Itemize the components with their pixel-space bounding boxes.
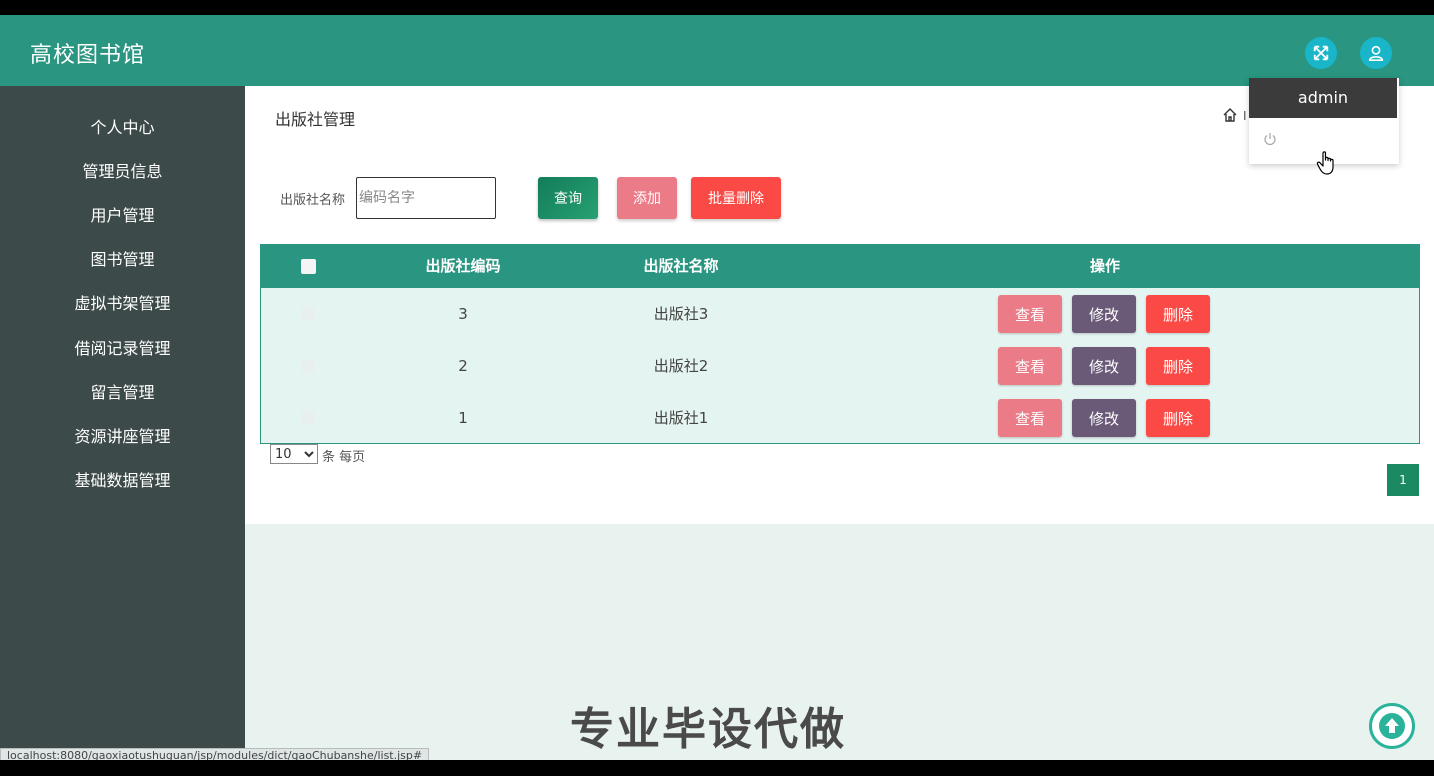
- per-page-label: 条 每页: [322, 450, 366, 465]
- cell-name: 出版社1: [653, 409, 709, 427]
- sidebar-item-borrow-records[interactable]: 借阅记录管理: [0, 337, 245, 361]
- user-menu-button[interactable]: [1360, 37, 1392, 69]
- sidebar-item-base-data[interactable]: 基础数据管理: [0, 469, 245, 493]
- cell-code: 2: [458, 357, 468, 375]
- page-title: 出版社管理: [275, 110, 356, 129]
- publisher-table: 出版社编码 出版社名称 操作 3 出版社3 查看 修改 删除 2 出版社2 查看…: [260, 244, 1420, 444]
- user-icon: [1368, 45, 1384, 62]
- header-name: 出版社名称: [643, 257, 719, 275]
- view-button[interactable]: 查看: [998, 295, 1062, 333]
- delete-button[interactable]: 删除: [1146, 399, 1210, 437]
- sidebar-item-user-management[interactable]: 用户管理: [0, 204, 245, 228]
- fullscreen-icon: [1313, 45, 1329, 61]
- scroll-to-top-button[interactable]: [1369, 703, 1415, 749]
- table-header: 出版社编码 出版社名称 操作: [261, 245, 1419, 288]
- search-input[interactable]: [356, 177, 496, 219]
- add-button[interactable]: 添加: [617, 177, 677, 219]
- delete-button[interactable]: 删除: [1146, 347, 1210, 385]
- app-header: 高校图书馆: [0, 15, 1434, 86]
- page-number-button[interactable]: 1: [1387, 464, 1419, 496]
- row-checkbox[interactable]: [301, 411, 315, 425]
- arrow-up-icon: [1379, 713, 1405, 739]
- row-checkbox[interactable]: [301, 359, 315, 373]
- view-button[interactable]: 查看: [998, 347, 1062, 385]
- dropdown-username[interactable]: admin: [1249, 78, 1397, 118]
- sidebar-item-admin-info[interactable]: 管理员信息: [0, 160, 245, 184]
- sidebar: 个人中心 管理员信息 用户管理 图书管理 虚拟书架管理 借阅记录管理 留言管理 …: [0, 86, 245, 760]
- view-button[interactable]: 查看: [998, 399, 1062, 437]
- delete-button[interactable]: 删除: [1146, 295, 1210, 333]
- cell-code: 3: [458, 305, 468, 323]
- search-label: 出版社名称: [280, 193, 346, 208]
- fullscreen-button[interactable]: [1305, 37, 1337, 69]
- header-code: 出版社编码: [425, 257, 501, 275]
- cell-name: 出版社3: [653, 305, 709, 323]
- sidebar-item-virtual-shelf[interactable]: 虚拟书架管理: [0, 292, 245, 316]
- cell-name: 出版社2: [653, 357, 709, 375]
- page-size-select[interactable]: 10: [270, 444, 318, 464]
- app-title: 高校图书馆: [30, 43, 146, 68]
- select-all-checkbox[interactable]: [301, 259, 316, 274]
- home-icon[interactable]: [1222, 107, 1238, 123]
- screen-bottom-border: [0, 760, 1434, 776]
- hand-cursor-icon: [1316, 151, 1334, 175]
- sidebar-item-messages[interactable]: 留言管理: [0, 381, 245, 405]
- batch-delete-button[interactable]: 批量删除: [691, 177, 781, 219]
- edit-button[interactable]: 修改: [1072, 295, 1136, 333]
- sidebar-item-book-management[interactable]: 图书管理: [0, 248, 245, 272]
- edit-button[interactable]: 修改: [1072, 399, 1136, 437]
- watermark-text: 专业毕设代做: [570, 704, 846, 755]
- screen-top-border: [0, 0, 1434, 15]
- header-actions: 操作: [1089, 257, 1120, 275]
- table-row: 2 出版社2 查看 修改 删除: [261, 340, 1419, 392]
- row-checkbox[interactable]: [301, 307, 315, 321]
- breadcrumb[interactable]: I: [1243, 109, 1247, 123]
- power-icon[interactable]: [1263, 132, 1277, 146]
- query-button[interactable]: 查询: [538, 177, 598, 219]
- edit-button[interactable]: 修改: [1072, 347, 1136, 385]
- cell-code: 1: [458, 409, 468, 427]
- sidebar-item-personal-center[interactable]: 个人中心: [0, 116, 245, 140]
- table-row: 3 出版社3 查看 修改 删除: [261, 288, 1419, 340]
- sidebar-item-lectures[interactable]: 资源讲座管理: [0, 425, 245, 449]
- table-row: 1 出版社1 查看 修改 删除: [261, 392, 1419, 444]
